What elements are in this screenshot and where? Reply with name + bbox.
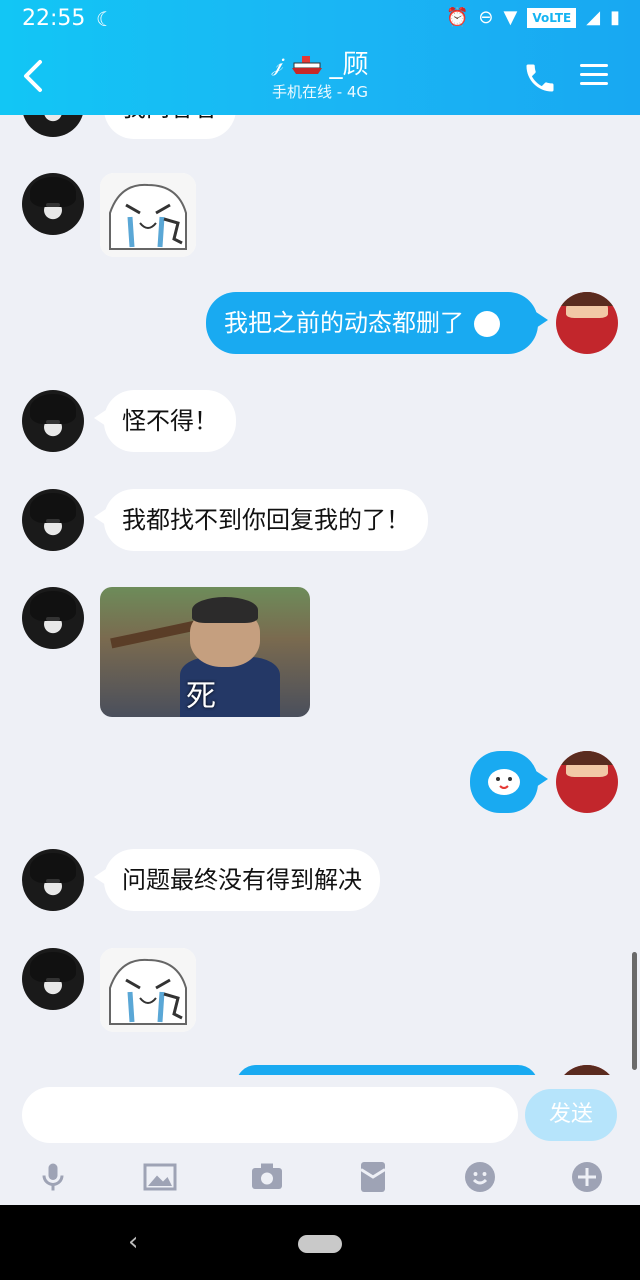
- system-nav-bar: ‹: [0, 1205, 640, 1280]
- dnd-minus-icon: ⊖: [478, 7, 494, 28]
- message-bubble-incoming[interactable]: 问题最终没有得到解决: [94, 849, 380, 911]
- contact-avatar[interactable]: [22, 948, 84, 1010]
- menu-line: [580, 64, 608, 67]
- page-title: _顾: [329, 50, 369, 80]
- message-bubble-incoming[interactable]: 我都找不到你回复我的了！: [94, 489, 428, 551]
- message-bubble-outgoing-partial[interactable]: [236, 1065, 538, 1075]
- message-bubble-outgoing[interactable]: 我把之前的动态都删了: [206, 292, 548, 354]
- camera-icon[interactable]: [249, 1159, 285, 1195]
- battery-icon: ▮: [610, 7, 620, 28]
- emoji-icon[interactable]: [462, 1159, 498, 1195]
- microphone-icon[interactable]: [35, 1159, 71, 1195]
- menu-button[interactable]: [580, 60, 612, 92]
- menu-line: [580, 82, 608, 85]
- system-home-button[interactable]: [298, 1235, 342, 1253]
- sticker-photo-meme[interactable]: 死: [100, 587, 310, 717]
- alarm-icon: ⏰: [445, 7, 469, 28]
- status-bar: 22:55 ☾ ⏰ ⊖ ▼ VoLTE ◢ ▮: [0, 0, 640, 40]
- message-list[interactable]: 我问客客 我把之前的动态都删了 怪不得！ 我都找不到你回复我的了！ 死: [0, 115, 640, 1075]
- ship-icon: [291, 56, 322, 74]
- online-status: 手机在线 - 4G: [271, 83, 369, 101]
- call-button[interactable]: [522, 60, 558, 96]
- wifi-icon: ▼: [503, 7, 518, 28]
- message-input[interactable]: [22, 1087, 518, 1143]
- nav-bar: 𝒿 _顾 手机在线 - 4G: [0, 40, 640, 115]
- cute-face-sticker-icon: [488, 769, 520, 795]
- sticker-crying-meme[interactable]: [100, 948, 196, 1032]
- composer: 发送: [0, 1075, 640, 1205]
- contact-avatar[interactable]: [22, 173, 84, 235]
- plus-icon[interactable]: [569, 1159, 605, 1195]
- contact-avatar[interactable]: [22, 849, 84, 911]
- sticker-crying-meme[interactable]: [100, 173, 196, 257]
- do-not-disturb-icon: ☾: [96, 7, 114, 31]
- my-avatar[interactable]: [556, 292, 618, 354]
- status-icons: ⏰ ⊖ ▼ VoLTE ◢ ▮: [446, 7, 620, 29]
- title-block[interactable]: 𝒿 _顾 手机在线 - 4G: [200, 48, 440, 102]
- chat-header: 22:55 ☾ ⏰ ⊖ ▼ VoLTE ◢ ▮ 𝒿 _顾 手机在线 - 4G: [0, 0, 640, 115]
- contact-avatar[interactable]: [22, 587, 84, 649]
- menu-line: [580, 73, 608, 76]
- signal-icon: ◢: [586, 7, 601, 28]
- phone-icon: [526, 64, 554, 92]
- message-bubble-incoming[interactable]: 怪不得！: [94, 390, 236, 452]
- contact-avatar[interactable]: [22, 489, 84, 551]
- message-text: 我把之前的动态都删了: [224, 309, 464, 337]
- status-time: 22:55: [22, 6, 86, 31]
- composer-toolbar: [0, 1153, 640, 1197]
- emoji-inline-icon: [473, 311, 500, 337]
- chevron-left-icon: [24, 60, 42, 92]
- chat-scrollbar[interactable]: [632, 952, 637, 1070]
- image-icon[interactable]: [142, 1159, 178, 1195]
- system-back-button[interactable]: ‹: [128, 1227, 138, 1257]
- my-avatar[interactable]: [556, 1065, 618, 1075]
- message-bubble-incoming[interactable]: 我问客客: [104, 115, 236, 139]
- crying-meme-image: [100, 948, 196, 1032]
- send-button[interactable]: 发送: [525, 1089, 617, 1141]
- ear-icon: 𝒿: [271, 52, 284, 77]
- back-button[interactable]: [18, 56, 52, 96]
- red-packet-icon[interactable]: [355, 1159, 391, 1195]
- contact-avatar[interactable]: [22, 390, 84, 452]
- volte-badge: VoLTE: [527, 8, 577, 28]
- crying-meme-image: [100, 173, 196, 257]
- my-avatar[interactable]: [556, 751, 618, 813]
- sticker-caption: 死: [186, 679, 216, 714]
- contact-avatar[interactable]: [22, 115, 84, 137]
- message-bubble-outgoing-sticker[interactable]: [470, 751, 548, 813]
- sticker-hair: [192, 597, 258, 623]
